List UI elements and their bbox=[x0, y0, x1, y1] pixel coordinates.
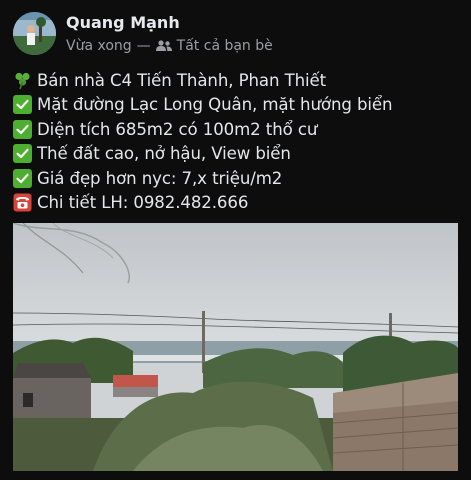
line-text: Chi tiết LH: 0982.482.666 bbox=[37, 193, 249, 213]
line-text: Thế đất cao, nở hậu, View biển bbox=[37, 144, 291, 164]
post-line: Chi tiết LH: 0982.482.666 bbox=[13, 191, 463, 216]
line-text: Bán nhà C4 Tiến Thành, Phan Thiết bbox=[37, 70, 327, 90]
check-icon bbox=[13, 144, 32, 164]
line-text: Diện tích 685m2 có 100m2 thổ cư bbox=[37, 119, 318, 139]
sea-view-photo bbox=[13, 223, 458, 471]
author-avatar[interactable] bbox=[13, 12, 56, 55]
telephone-icon bbox=[13, 193, 32, 212]
post-meta: Vừa xong — Tất cả bạn bè bbox=[66, 38, 273, 54]
line-text: Mặt đường Lạc Long Quân, mặt hướng biển bbox=[37, 95, 393, 115]
post-line: Giá đẹp hơn nyc: 7,x triệu/m2 bbox=[13, 166, 463, 191]
meta-separator: — bbox=[136, 38, 151, 54]
line-text: Giá đẹp hơn nyc: 7,x triệu/m2 bbox=[37, 168, 283, 188]
post-time[interactable]: Vừa xong bbox=[66, 38, 132, 54]
post-line: Thế đất cao, nở hậu, View biển bbox=[13, 142, 463, 167]
post-line: Diện tích 685m2 có 100m2 thổ cư bbox=[13, 117, 463, 142]
check-icon bbox=[13, 168, 32, 188]
post-line: Mặt đường Lạc Long Quân, mặt hướng biển bbox=[13, 93, 463, 118]
shamrock-icon bbox=[13, 71, 32, 90]
check-icon bbox=[13, 119, 32, 139]
friends-icon bbox=[155, 40, 172, 52]
avatar-image bbox=[13, 12, 56, 55]
post-line: Bán nhà C4 Tiến Thành, Phan Thiết bbox=[13, 68, 463, 93]
post-header: Quang Mạnh Vừa xong — Tất cả bạn bè bbox=[13, 12, 453, 58]
check-icon bbox=[13, 95, 32, 115]
post-photo[interactable] bbox=[13, 223, 458, 471]
author-name[interactable]: Quang Mạnh bbox=[66, 13, 180, 32]
post-card: Quang Mạnh Vừa xong — Tất cả bạn bè Bán … bbox=[0, 0, 471, 480]
post-text: Bán nhà C4 Tiến Thành, Phan Thiết Mặt đư… bbox=[13, 68, 463, 215]
audience-label[interactable]: Tất cả bạn bè bbox=[177, 38, 273, 54]
